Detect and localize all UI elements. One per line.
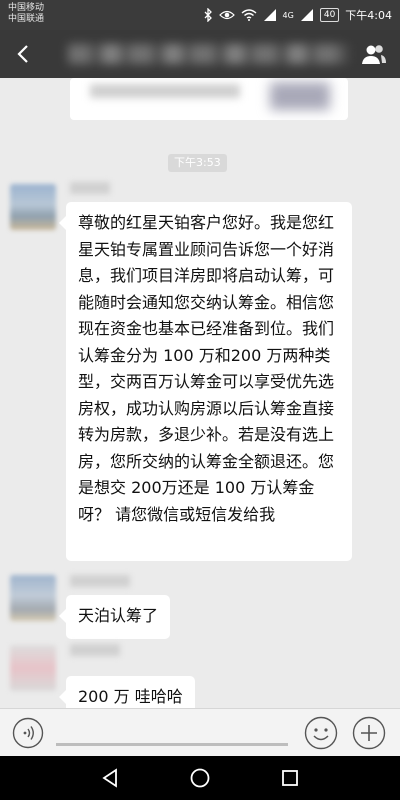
voice-button[interactable] xyxy=(12,717,44,749)
circle-home-icon xyxy=(190,768,210,788)
status-icons: 4G 40 下午4:04 xyxy=(203,6,392,24)
emoji-button[interactable] xyxy=(304,716,338,750)
chat-header xyxy=(0,30,400,78)
emoji-icon xyxy=(304,716,338,750)
message-bubble[interactable]: 尊敬的红星天铂客户您好。我是您红星天铂专属置业顾问告诉您一个好消息，我们项目洋房… xyxy=(59,202,352,561)
carrier-1: 中国移动 xyxy=(8,3,45,13)
system-home-button[interactable] xyxy=(188,766,212,790)
back-arrow-icon xyxy=(17,45,28,63)
message-bubble[interactable]: 200 万 哇哈哈 xyxy=(59,676,195,708)
message-input[interactable] xyxy=(56,743,288,746)
back-button[interactable] xyxy=(12,42,36,66)
plus-icon xyxy=(352,716,386,750)
wifi-icon xyxy=(241,9,257,21)
message-bubble[interactable]: 天泊认筹了 xyxy=(58,595,171,639)
group-contacts-icon xyxy=(362,45,386,64)
add-button[interactable] xyxy=(352,716,386,750)
signal-icon-2 xyxy=(300,9,313,21)
previous-message-bubble xyxy=(70,78,348,120)
message-text: 天泊认筹了 xyxy=(78,606,159,625)
message-text: 尊敬的红星天铂客户您好。我是您红星天铂专属置业顾问告诉您一个好消息，我们项目洋房… xyxy=(78,213,335,524)
carrier-info: 中国移动 中国联通 xyxy=(8,3,44,25)
chat-title xyxy=(68,44,348,64)
time-divider: 下午3:53 xyxy=(168,154,227,172)
avatar[interactable] xyxy=(10,184,56,230)
battery-indicator: 40 xyxy=(319,8,340,22)
input-bar xyxy=(0,708,400,756)
status-bar: 中国移动 中国联通 4G 40 下午4:04 xyxy=(0,0,400,30)
bluetooth-icon xyxy=(204,8,212,22)
sender-name xyxy=(70,182,110,194)
message-text: 200 万 哇哈哈 xyxy=(78,687,183,706)
avatar[interactable] xyxy=(10,575,56,621)
triangle-back-icon xyxy=(102,768,117,788)
system-recents-button[interactable] xyxy=(278,766,302,790)
voice-icon xyxy=(12,717,44,749)
system-back-button[interactable] xyxy=(98,766,122,790)
sender-name xyxy=(70,644,120,656)
chat-area[interactable]: 下午3:53 尊敬的红星天铂客户您好。我是您红星天铂专属置业顾问告诉您一个好消息… xyxy=(0,78,400,708)
clock: 下午4:04 xyxy=(345,9,392,22)
square-recents-icon xyxy=(282,770,298,786)
sender-name xyxy=(70,575,130,587)
eye-icon xyxy=(218,10,235,20)
avatar[interactable] xyxy=(10,645,56,691)
chat-info-button[interactable] xyxy=(360,42,388,66)
signal-icon xyxy=(263,9,276,21)
network-type: 4G xyxy=(282,10,294,20)
carrier-2: 中国联通 xyxy=(8,14,45,24)
system-nav-bar xyxy=(0,756,400,800)
